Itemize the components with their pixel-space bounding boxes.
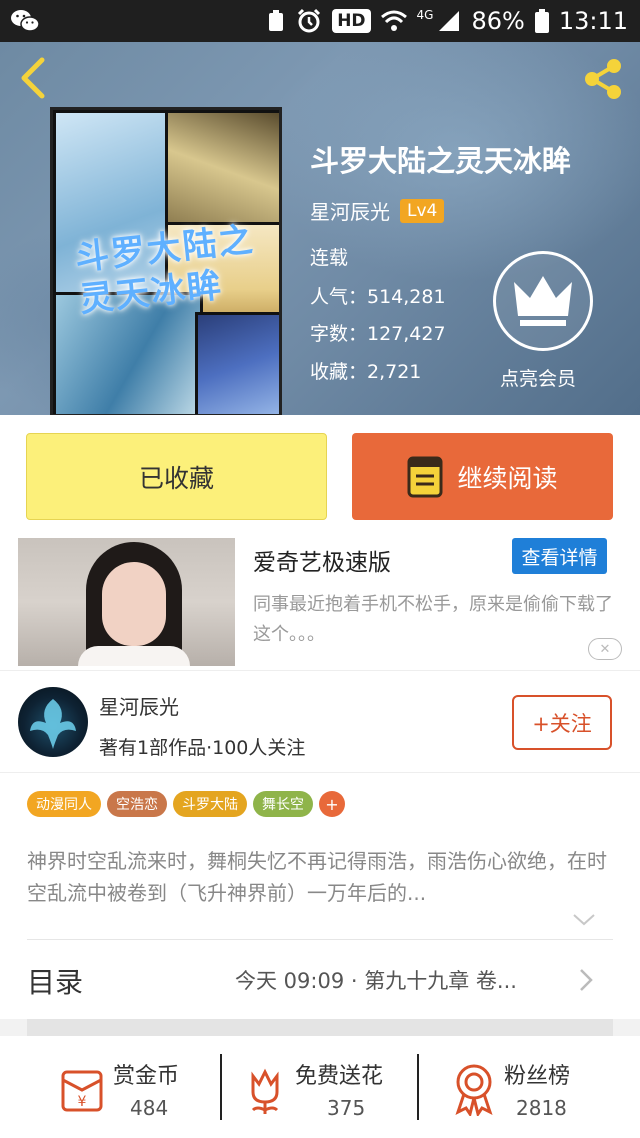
vip-label: 点亮会员 [500,368,577,390]
status-bar: HD 4G 86% 13:11 [0,0,640,42]
author-avatar[interactable] [18,687,88,757]
crown-icon [514,276,572,326]
continue-reading-button[interactable]: 继续阅读 [352,433,613,520]
vip-button[interactable] [493,251,593,351]
continue-reading-label: 继续阅读 [457,463,558,493]
hd-badge: HD [332,9,371,33]
ad-details-button[interactable]: 查看详情 [512,538,607,574]
coin-envelope-icon: ¥ [61,1070,103,1112]
stat-label: 免费送花 [295,1064,384,1089]
ad-person-face [102,562,166,646]
book-header: 斗罗大陆之 灵天冰眸 斗罗大陆之灵天冰眸 星河辰光 Lv4 连载 人气：514,… [0,42,640,415]
tag[interactable]: 动漫同人 [27,791,101,817]
signal-icon [439,11,460,31]
stats-bar: ¥ 赏金币 484 免费送花 375 粉丝榜 2818 [0,1036,640,1138]
ad-person-body [78,646,190,666]
author-card-name: 星河辰光 [99,695,179,719]
flower-icon [251,1068,279,1114]
book-cover[interactable]: 斗罗大陆之 灵天冰眸 [50,107,282,415]
alarm-icon [298,8,321,33]
stat-divider [417,1054,419,1120]
cover-panel [165,110,279,230]
level-badge: Lv4 [400,198,445,223]
author-name[interactable]: 星河辰光 [310,196,390,225]
popularity: 人气：514,281 [310,286,446,308]
serial-status: 连载 [310,247,349,269]
free-flowers[interactable]: 免费送花 375 [245,1036,415,1138]
section-divider [27,1019,613,1036]
cover-panel [195,312,279,414]
author-card[interactable]: 星河辰光 著有1部作品·100人关注 +关注 [0,670,640,772]
back-arrow-icon[interactable] [14,56,54,100]
reward-coins[interactable]: ¥ 赏金币 484 [55,1036,220,1138]
battery-percent: 86% [471,7,525,35]
collected-button[interactable]: 已收藏 [26,433,327,520]
ad-description: 同事最近抱着手机不松手，原来是偷偷下载了这个。。。 [253,594,613,645]
fan-ranking[interactable]: 粉丝榜 2818 [450,1036,620,1138]
tag[interactable]: 斗罗大陆 [173,791,247,817]
clock: 13:11 [558,7,628,35]
author-row: 星河辰光 Lv4 [310,196,445,225]
chevron-right-icon [580,969,593,991]
tag[interactable]: 舞长空 [253,791,313,817]
stat-value: 375 [327,1096,366,1120]
wifi-icon [380,10,407,31]
svg-text:¥: ¥ [78,1094,87,1110]
stat-label: 粉丝榜 [504,1064,571,1089]
wechat-icon [11,10,40,32]
ad-title: 爱奇艺极速版 [253,550,391,576]
book-title: 斗罗大陆之灵天冰眸 [310,144,572,178]
toc-label: 目录 [27,966,84,999]
synopsis-area[interactable]: 神界时空乱流来时，舞桐失忆不再记得雨浩，雨浩伤心欲绝，在时空乱流中被卷到（飞升神… [0,827,640,939]
chevron-down-icon[interactable] [572,913,596,927]
author-card-stats: 著有1部作品·100人关注 [99,737,306,759]
ad-banner[interactable]: 爱奇艺极速版 查看详情 同事最近抱着手机不松手，原来是偷偷下载了这个。。。 ✕ [0,535,640,670]
latest-chapter: 今天 09:09 · 第九十九章 卷... [235,969,517,993]
ad-thumbnail[interactable] [18,538,235,666]
collected-label: 已收藏 [138,463,214,493]
network-type: 4G [416,8,434,22]
phoenix-icon [30,699,76,749]
stat-value: 2818 [516,1096,567,1120]
divider [27,939,613,940]
favorites-count: 收藏：2,721 [310,361,422,383]
add-tag-button[interactable]: + [319,791,345,817]
tag-list: 动漫同人 空浩恋 斗罗大陆 舞长空 + [27,791,345,817]
recycle-icon [269,10,284,31]
follow-button[interactable]: +关注 [512,695,612,750]
stat-divider [220,1054,222,1120]
ad-close-button[interactable]: ✕ [588,638,622,660]
action-area: 已收藏 继续阅读 [0,415,640,535]
tags-area: 动漫同人 空浩恋 斗罗大陆 舞长空 + [0,772,640,827]
medal-icon [455,1064,493,1116]
battery-icon [534,9,549,33]
synopsis-text: 神界时空乱流来时，舞桐失忆不再记得雨浩，雨浩伤心欲绝，在时空乱流中被卷到（飞升神… [27,849,607,905]
table-of-contents-row[interactable]: 目录 今天 09:09 · 第九十九章 卷... [0,939,640,1019]
stat-value: 484 [130,1096,169,1120]
tag[interactable]: 空浩恋 [107,791,167,817]
share-icon[interactable] [580,56,626,102]
stat-label: 赏金币 [113,1064,180,1089]
book-icon [407,456,443,497]
word-count: 字数：127,427 [310,323,446,345]
